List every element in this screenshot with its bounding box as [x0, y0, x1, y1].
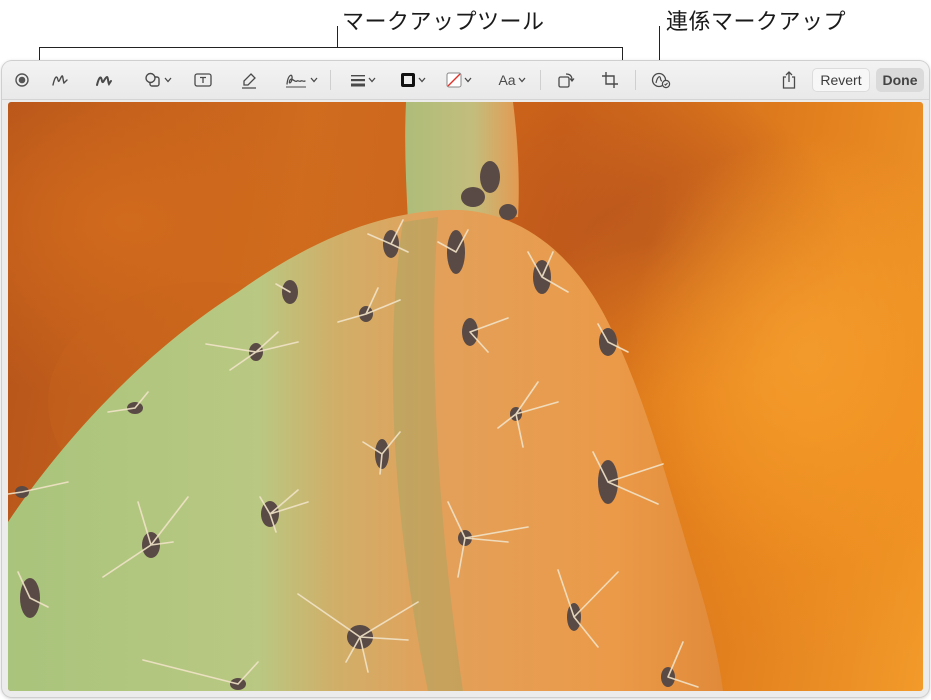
border-color-icon[interactable]: [396, 69, 430, 91]
done-button[interactable]: Done: [876, 68, 924, 92]
toolbar-separator: [540, 70, 541, 90]
highlight-icon[interactable]: [238, 69, 260, 91]
toolbar-separator: [635, 70, 636, 90]
continuity-markup-icon[interactable]: [648, 69, 674, 91]
continuity-markup-callout: 連係マークアップ: [666, 10, 847, 35]
markup-tools-callout: マークアップツール: [342, 10, 545, 35]
chevron-down-icon: [310, 77, 318, 83]
text-box-icon[interactable]: [192, 69, 214, 91]
revert-button[interactable]: Revert: [812, 68, 870, 92]
toolbar-separator: [330, 70, 331, 90]
markup-tools-bracket-top: [39, 47, 623, 48]
chevron-down-icon: [518, 77, 526, 83]
chevron-down-icon: [164, 77, 172, 83]
record-icon[interactable]: [12, 69, 32, 91]
text-style-button[interactable]: Aa: [494, 69, 530, 91]
signature-icon[interactable]: [282, 69, 320, 91]
markup-tools-bracket-stem: [337, 26, 338, 48]
markup-window: Aa Revert Done: [2, 61, 929, 697]
chevron-down-icon: [464, 77, 472, 83]
shape-style-icon[interactable]: [346, 69, 380, 91]
crop-icon[interactable]: [599, 69, 621, 91]
cactus-photo: [8, 102, 923, 691]
cactus-illustration: [8, 102, 923, 691]
share-icon[interactable]: [778, 69, 800, 91]
sketch-icon[interactable]: [48, 69, 72, 91]
markup-toolbar: Aa Revert Done: [2, 61, 929, 100]
rotate-icon[interactable]: [555, 69, 577, 91]
draw-icon[interactable]: [92, 69, 116, 91]
shapes-icon[interactable]: [140, 69, 176, 91]
fill-color-icon[interactable]: [442, 69, 476, 91]
text-style-label: Aa: [498, 72, 516, 88]
chevron-down-icon: [418, 77, 426, 83]
chevron-down-icon: [368, 77, 376, 83]
